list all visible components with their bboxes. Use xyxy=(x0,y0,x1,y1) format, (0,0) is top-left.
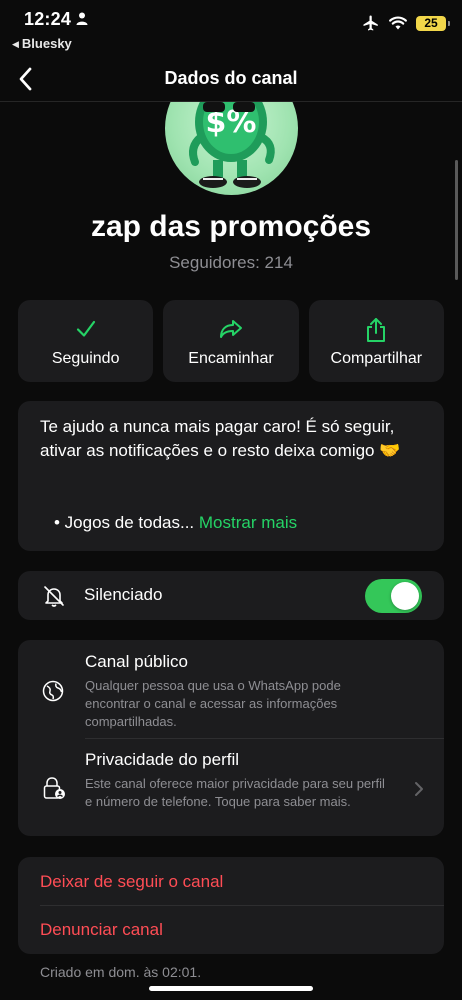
report-channel-button[interactable]: Denunciar canal xyxy=(40,920,163,940)
battery-level: 25 xyxy=(424,16,438,30)
mute-label: Silenciado xyxy=(84,585,163,604)
following-label: Seguindo xyxy=(51,350,120,367)
following-button[interactable]: Seguindo xyxy=(18,300,154,382)
danger-divider xyxy=(40,905,444,906)
person-icon xyxy=(76,12,88,25)
description-text: Te ajudo a nunca mais pagar caro! É só s… xyxy=(40,417,401,460)
forward-button[interactable]: Encaminhar xyxy=(163,300,299,382)
channel-description: Te ajudo a nunca mais pagar caro! É só s… xyxy=(18,401,444,551)
forward-label: Encaminhar xyxy=(188,350,274,367)
status-bar: 12:24 ◀ Bluesky 25 xyxy=(0,0,462,56)
share-icon xyxy=(367,318,386,342)
home-indicator[interactable] xyxy=(149,986,313,991)
description-bullet-line: • Jogos de todas... Mostrar mais xyxy=(54,513,297,533)
forward-arrow-icon xyxy=(219,320,242,338)
profile-privacy-title: Privacidade do perfil xyxy=(85,750,240,769)
lock-person-icon xyxy=(43,777,65,799)
profile-privacy-subtitle: Este canal oferece maior privacidade par… xyxy=(85,776,385,809)
scrollbar[interactable] xyxy=(455,160,458,280)
public-channel-title: Canal público xyxy=(85,652,189,671)
description-bullet: • Jogos de todas... xyxy=(54,513,195,532)
mute-row[interactable]: Silenciado xyxy=(18,571,444,620)
battery-indicator: 25 xyxy=(416,15,450,31)
check-icon xyxy=(76,320,95,337)
navigation-bar: Dados do canal xyxy=(0,56,462,102)
public-channel-item: Canal público Qualquer pessoa que usa o … xyxy=(18,640,444,738)
share-button[interactable]: Compartilhar xyxy=(308,300,444,382)
created-date: Criado em dom. às 02:01. xyxy=(40,964,202,980)
status-time: 12:24 xyxy=(24,9,72,29)
mute-toggle[interactable] xyxy=(365,579,422,613)
chevron-right-icon xyxy=(415,782,423,796)
action-buttons: Seguindo Encaminhar Compartilhar xyxy=(18,300,444,382)
airplane-icon xyxy=(363,15,378,31)
globe-icon xyxy=(42,680,64,702)
channel-info-screen: 12:24 ◀ Bluesky 25 Dados do canal $% zap… xyxy=(0,0,462,1000)
bell-off-icon xyxy=(44,586,64,607)
back-app-label: Bluesky xyxy=(21,36,72,51)
unfollow-channel-button[interactable]: Deixar de seguir o canal xyxy=(40,872,223,892)
show-more-link[interactable]: Mostrar mais xyxy=(199,513,297,532)
back-to-app-link[interactable]: ◀ Bluesky xyxy=(12,36,72,51)
danger-actions-card: Deixar de seguir o canal Denunciar canal xyxy=(18,857,444,954)
wifi-icon xyxy=(389,16,407,30)
public-channel-subtitle: Qualquer pessoa que usa o WhatsApp pode … xyxy=(85,678,341,729)
back-triangle-icon: ◀ xyxy=(12,39,19,49)
profile-privacy-item[interactable]: Privacidade do perfil Este canal oferece… xyxy=(18,739,444,836)
channel-name: zap das promoções xyxy=(90,210,372,243)
share-label: Compartilhar xyxy=(330,350,423,367)
channel-info-card: Canal público Qualquer pessoa que usa o … xyxy=(18,640,444,836)
followers-count: Seguidores: 214 xyxy=(169,253,293,272)
toggle-knob xyxy=(391,582,419,610)
page-title: Dados do canal xyxy=(164,68,298,88)
status-icons: 25 xyxy=(362,14,450,32)
